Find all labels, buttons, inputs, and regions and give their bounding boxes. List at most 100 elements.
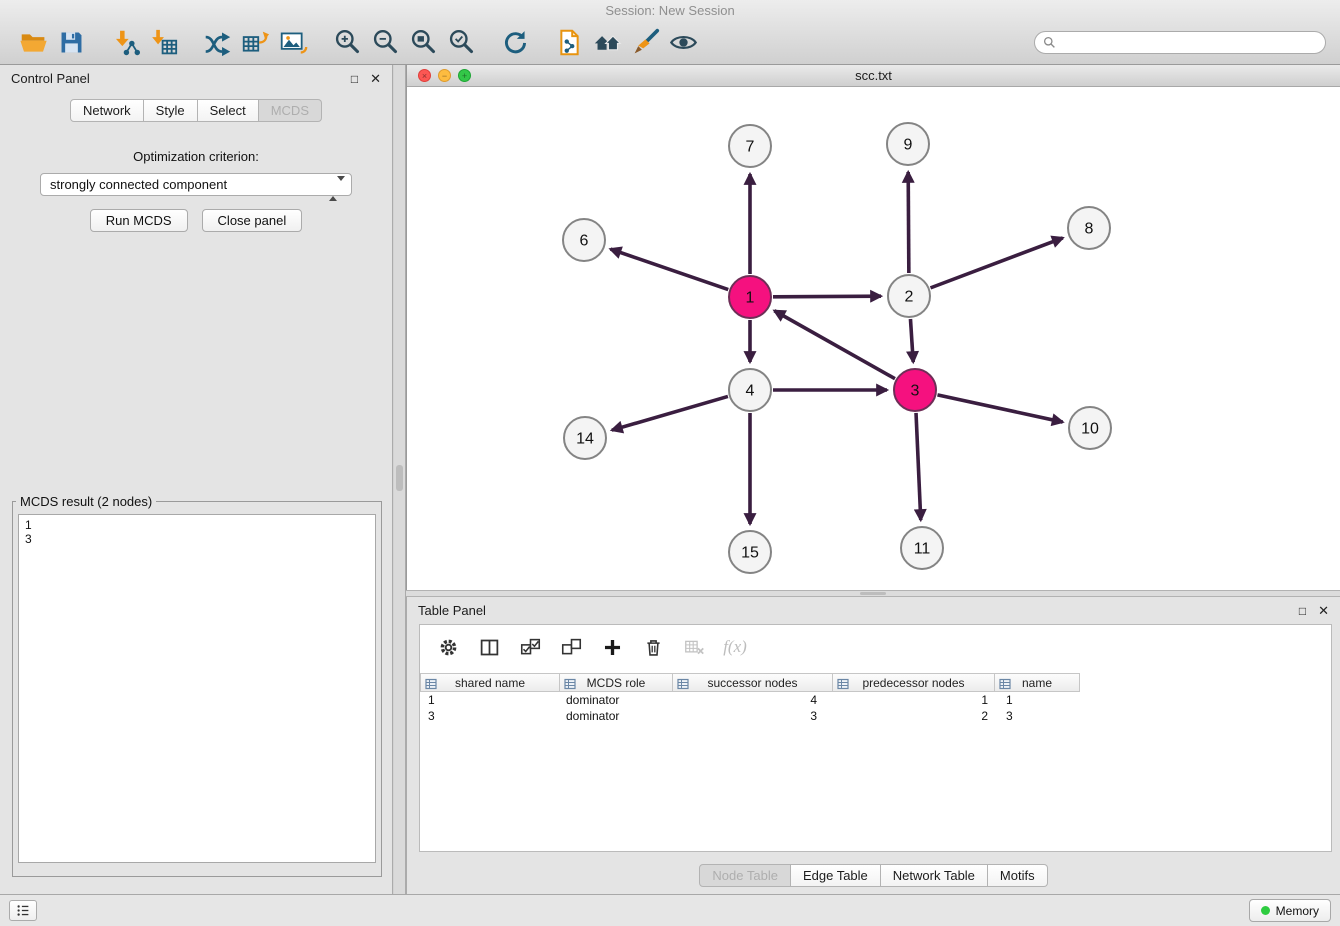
column-header-name[interactable]: name — [995, 673, 1080, 692]
splitter-grip[interactable] — [396, 465, 403, 491]
optimization-criterion-select[interactable]: strongly connected component — [40, 173, 352, 196]
zoom-out-button[interactable] — [366, 24, 404, 60]
search-icon — [1043, 36, 1056, 49]
close-panel-icon[interactable]: ✕ — [370, 72, 381, 85]
select-all-button[interactable] — [518, 635, 542, 659]
graph-node-8[interactable]: 8 — [1068, 207, 1110, 249]
export-table-button[interactable] — [236, 24, 274, 60]
graph-node-9[interactable]: 9 — [887, 123, 929, 165]
table-header-row: shared name MCDS role successor nodes pr… — [420, 673, 1331, 692]
folder-open-icon — [19, 28, 48, 57]
zoom-fit-button[interactable] — [404, 24, 442, 60]
tab-select[interactable]: Select — [198, 99, 259, 122]
network-graph[interactable]: 7 9 6 8 1 2 4 3 14 10 15 11 — [407, 87, 1340, 590]
horizontal-splitter[interactable] — [406, 590, 1340, 597]
fx-icon: f(x) — [723, 637, 747, 657]
window-minimize-icon[interactable]: − — [438, 69, 451, 82]
graph-edge-2-9[interactable] — [908, 172, 909, 273]
graph-edge-2-3[interactable] — [910, 319, 913, 362]
graph-node-3[interactable]: 3 — [894, 369, 936, 411]
deselect-all-button[interactable] — [559, 635, 583, 659]
tab-network[interactable]: Network — [70, 99, 144, 122]
graph-edge-1-6[interactable] — [610, 249, 728, 289]
close-panel-icon[interactable]: ✕ — [1318, 604, 1329, 617]
float-panel-icon[interactable]: □ — [351, 73, 358, 85]
table-row[interactable]: 1 dominator 4 1 1 — [420, 692, 1331, 708]
show-columns-button[interactable] — [477, 635, 501, 659]
tab-edge-table[interactable]: Edge Table — [791, 864, 881, 887]
graph-node-7[interactable]: 7 — [729, 125, 771, 167]
export-web-button[interactable] — [550, 24, 588, 60]
import-network-button[interactable] — [106, 24, 144, 60]
splitter-grip[interactable] — [860, 592, 886, 595]
svg-text:7: 7 — [746, 139, 755, 156]
network-window-titlebar[interactable]: × − + scc.txt — [407, 65, 1340, 87]
zoom-in-button[interactable] — [328, 24, 366, 60]
window-zoom-icon[interactable]: + — [458, 69, 471, 82]
delete-column-button[interactable] — [641, 635, 665, 659]
graph-node-15[interactable]: 15 — [729, 531, 771, 573]
open-session-button[interactable] — [14, 24, 52, 60]
window-titlebar[interactable]: Session: New Session — [0, 0, 1340, 21]
graph-edge-3-1[interactable] — [774, 311, 895, 379]
toggle-visibility-button[interactable] — [664, 24, 702, 60]
search-input[interactable] — [1061, 35, 1317, 49]
graph-node-2[interactable]: 2 — [888, 275, 930, 317]
graph-node-10[interactable]: 10 — [1069, 407, 1111, 449]
svg-text:2: 2 — [905, 289, 914, 306]
optimization-criterion-label: Optimization criterion: — [0, 149, 392, 164]
deselect-all-icon — [561, 637, 582, 658]
graph-node-6[interactable]: 6 — [563, 219, 605, 261]
tab-mcds[interactable]: MCDS — [259, 99, 322, 122]
svg-text:8: 8 — [1085, 221, 1094, 238]
export-table-icon — [241, 28, 270, 57]
tab-style[interactable]: Style — [144, 99, 198, 122]
import-table-button[interactable] — [144, 24, 182, 60]
svg-text:9: 9 — [904, 137, 913, 154]
column-header-predecessor-nodes[interactable]: predecessor nodes — [833, 673, 995, 692]
tab-motifs[interactable]: Motifs — [988, 864, 1048, 887]
zoom-selected-button[interactable] — [442, 24, 480, 60]
delete-table-button[interactable] — [682, 635, 706, 659]
graph-edge-1-2[interactable] — [773, 296, 881, 297]
graph-edge-3-11[interactable] — [916, 413, 921, 520]
vertical-splitter[interactable] — [394, 65, 406, 894]
table-settings-button[interactable] — [436, 635, 460, 659]
add-column-button[interactable] — [600, 635, 624, 659]
float-panel-icon[interactable]: □ — [1299, 605, 1306, 617]
eye-icon — [669, 28, 698, 57]
memory-button[interactable]: Memory — [1249, 899, 1331, 922]
graph-node-1[interactable]: 1 — [729, 276, 771, 318]
apply-layout-button[interactable] — [496, 24, 534, 60]
graph-node-11[interactable]: 11 — [901, 527, 943, 569]
export-network-button[interactable] — [198, 24, 236, 60]
graph-node-4[interactable]: 4 — [729, 369, 771, 411]
column-header-shared-name[interactable]: shared name — [420, 673, 560, 692]
toolbar-search[interactable] — [1034, 31, 1326, 54]
window-close-icon[interactable]: × — [418, 69, 431, 82]
function-builder-button[interactable]: f(x) — [723, 635, 747, 659]
graph-edge-3-10[interactable] — [937, 395, 1062, 422]
column-header-mcds-role[interactable]: MCDS role — [560, 673, 673, 692]
save-session-button[interactable] — [52, 24, 90, 60]
graph-node-14[interactable]: 14 — [564, 417, 606, 459]
tab-node-table[interactable]: Node Table — [699, 864, 791, 887]
table-row[interactable]: 3 dominator 3 2 3 — [420, 708, 1331, 724]
apply-style-button[interactable] — [626, 24, 664, 60]
node-table-card: f(x) shared name MCDS role successor nod… — [419, 624, 1332, 852]
mcds-result-text[interactable]: 1 3 — [18, 514, 376, 863]
column-type-icon — [425, 678, 437, 690]
column-type-icon — [677, 678, 689, 690]
home-network-button[interactable] — [588, 24, 626, 60]
run-mcds-button[interactable]: Run MCDS — [90, 209, 188, 232]
export-image-button[interactable] — [274, 24, 312, 60]
graph-edge-2-8[interactable] — [931, 238, 1063, 288]
task-history-button[interactable] — [9, 900, 37, 921]
zoom-fit-icon — [409, 28, 438, 57]
graph-edge-4-14[interactable] — [612, 396, 728, 430]
tab-network-table[interactable]: Network Table — [881, 864, 988, 887]
column-header-successor-nodes[interactable]: successor nodes — [673, 673, 833, 692]
close-panel-button[interactable]: Close panel — [202, 209, 303, 232]
status-bar: Memory — [0, 894, 1340, 926]
network-canvas[interactable]: 7 9 6 8 1 2 4 3 14 10 15 11 — [407, 87, 1340, 590]
